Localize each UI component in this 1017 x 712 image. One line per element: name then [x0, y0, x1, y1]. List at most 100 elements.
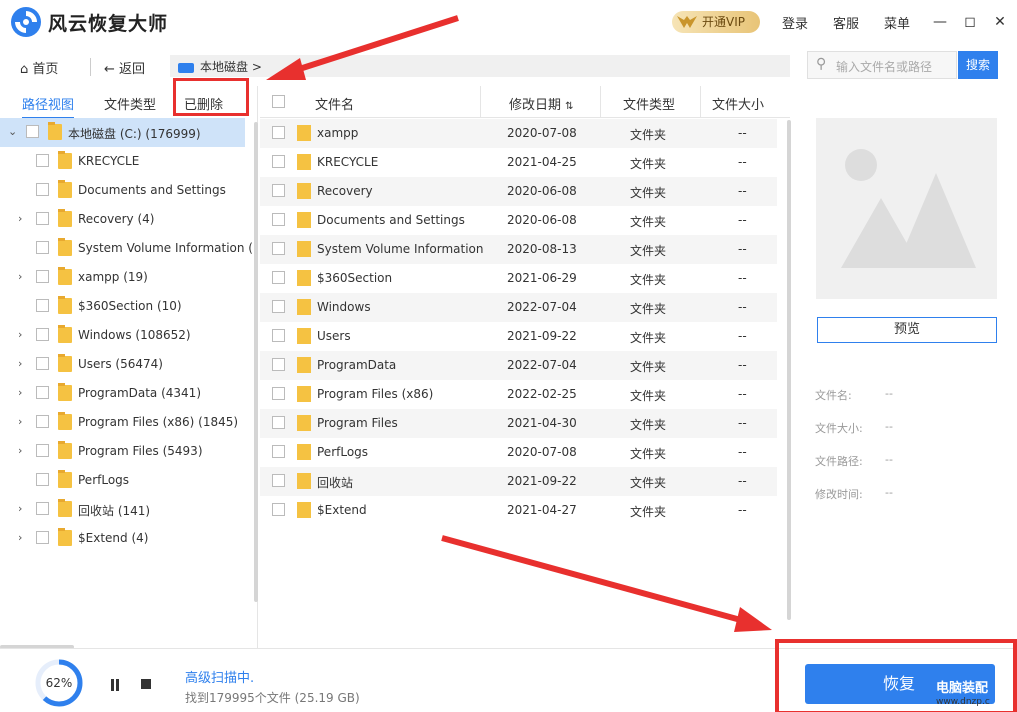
- tree-item[interactable]: $360Section (10): [0, 292, 245, 321]
- tree-item[interactable]: › Windows (108652): [0, 321, 245, 350]
- tree-checkbox[interactable]: [36, 444, 49, 457]
- column-name[interactable]: 文件名: [315, 94, 354, 113]
- table-row[interactable]: ProgramData 2022-07-04 文件夹 --: [260, 351, 777, 380]
- tree-checkbox[interactable]: [36, 415, 49, 428]
- row-checkbox[interactable]: [272, 155, 285, 168]
- tree-checkbox[interactable]: [36, 473, 49, 486]
- chevron-right-icon[interactable]: ›: [18, 502, 22, 515]
- file-type: 文件夹: [630, 302, 667, 316]
- chevron-right-icon[interactable]: ›: [18, 531, 22, 544]
- row-checkbox[interactable]: [272, 184, 285, 197]
- chevron-right-icon[interactable]: ›: [18, 328, 22, 341]
- row-checkbox[interactable]: [272, 300, 285, 313]
- login-link[interactable]: 登录: [782, 13, 808, 32]
- table-row[interactable]: Program Files (x86) 2022-02-25 文件夹 --: [260, 380, 777, 409]
- tree-item[interactable]: › Users (56474): [0, 350, 245, 379]
- tree-checkbox[interactable]: [36, 357, 49, 370]
- table-row[interactable]: Users 2021-09-22 文件夹 --: [260, 322, 777, 351]
- chevron-right-icon[interactable]: ›: [18, 386, 22, 399]
- row-checkbox[interactable]: [272, 126, 285, 139]
- table-row[interactable]: Program Files 2021-04-30 文件夹 --: [260, 409, 777, 438]
- tree-checkbox[interactable]: [26, 125, 39, 138]
- tree-checkbox[interactable]: [36, 328, 49, 341]
- row-checkbox[interactable]: [272, 213, 285, 226]
- tree-checkbox[interactable]: [36, 299, 49, 312]
- tree-item-label: Program Files (5493): [78, 444, 203, 458]
- file-name: $Extend: [317, 503, 367, 517]
- tree-item[interactable]: PerfLogs: [0, 466, 245, 495]
- table-row[interactable]: Windows 2022-07-04 文件夹 --: [260, 293, 777, 322]
- row-checkbox[interactable]: [272, 503, 285, 516]
- chevron-down-icon[interactable]: ⌄: [8, 125, 17, 138]
- column-date[interactable]: 修改日期 ⇅: [509, 94, 574, 113]
- stop-icon[interactable]: [141, 679, 151, 689]
- tree-item[interactable]: › 回收站 (141): [0, 495, 245, 524]
- select-all-checkbox[interactable]: [272, 95, 285, 108]
- table-row[interactable]: $360Section 2021-06-29 文件夹 --: [260, 264, 777, 293]
- tab-file-type[interactable]: 文件类型: [104, 94, 156, 113]
- table-row[interactable]: KRECYCLE 2021-04-25 文件夹 --: [260, 148, 777, 177]
- tree-item[interactable]: System Volume Information (: [0, 234, 253, 263]
- minimize-icon[interactable]: —: [930, 12, 950, 32]
- tree-item[interactable]: › Recovery (4): [0, 205, 245, 234]
- tree-checkbox[interactable]: [36, 183, 49, 196]
- tree-item[interactable]: Documents and Settings: [0, 176, 245, 205]
- close-icon[interactable]: ✕: [990, 12, 1010, 32]
- row-checkbox[interactable]: [272, 242, 285, 255]
- tree-checkbox[interactable]: [36, 502, 49, 515]
- chevron-right-icon[interactable]: ›: [18, 357, 22, 370]
- row-checkbox[interactable]: [272, 271, 285, 284]
- tree-checkbox[interactable]: [36, 241, 49, 254]
- back-button[interactable]: ← 返回: [104, 58, 145, 77]
- tree-item[interactable]: › xampp (19): [0, 263, 245, 292]
- column-size[interactable]: 文件大小: [712, 94, 764, 113]
- tree-checkbox[interactable]: [36, 270, 49, 283]
- tree-checkbox[interactable]: [36, 386, 49, 399]
- chevron-right-icon[interactable]: ›: [18, 270, 22, 283]
- row-checkbox[interactable]: [272, 387, 285, 400]
- breadcrumb-item[interactable]: 本地磁盘 >: [178, 58, 262, 75]
- tree-item[interactable]: KRECYCLE: [0, 147, 245, 176]
- search-button[interactable]: 搜索: [958, 51, 998, 79]
- tree-item-label: 回收站 (141): [78, 504, 151, 518]
- file-type: 文件夹: [630, 273, 667, 287]
- home-button[interactable]: ⌂ 首页: [20, 58, 58, 77]
- tree-item[interactable]: › Program Files (x86) (1845): [0, 408, 245, 437]
- row-checkbox[interactable]: [272, 416, 285, 429]
- tree-item[interactable]: › Program Files (5493): [0, 437, 245, 466]
- chevron-right-icon[interactable]: ›: [18, 415, 22, 428]
- tree-root[interactable]: ⌄ 本地磁盘 (C:) (176999): [0, 118, 245, 147]
- row-checkbox[interactable]: [272, 474, 285, 487]
- service-link[interactable]: 客服: [833, 13, 859, 32]
- table-row[interactable]: Recovery 2020-06-08 文件夹 --: [260, 177, 777, 206]
- tree-checkbox[interactable]: [36, 154, 49, 167]
- chevron-right-icon[interactable]: ›: [18, 444, 22, 457]
- folder-icon: [58, 238, 72, 256]
- search-input[interactable]: ⚲ 输入文件名或路径: [807, 51, 957, 79]
- preview-button[interactable]: 预览: [817, 317, 997, 343]
- column-type[interactable]: 文件类型: [623, 94, 675, 113]
- tree-checkbox[interactable]: [36, 212, 49, 225]
- folder-icon: [58, 383, 72, 401]
- table-row[interactable]: PerfLogs 2020-07-08 文件夹 --: [260, 438, 777, 467]
- list-scrollbar[interactable]: [787, 120, 791, 620]
- row-checkbox[interactable]: [272, 358, 285, 371]
- tree-checkbox[interactable]: [36, 531, 49, 544]
- tree-scrollbar[interactable]: [254, 122, 258, 602]
- vip-button[interactable]: 开通VIP: [672, 11, 760, 33]
- row-checkbox[interactable]: [272, 445, 285, 458]
- table-row[interactable]: System Volume Information 2020-08-13 文件夹 --: [260, 235, 777, 264]
- tree-item[interactable]: › $Extend (4): [0, 524, 245, 553]
- tree-item[interactable]: › ProgramData (4341): [0, 379, 245, 408]
- table-row[interactable]: 回收站 2021-09-22 文件夹 --: [260, 467, 777, 496]
- pause-icon[interactable]: [110, 679, 120, 691]
- chevron-right-icon[interactable]: ›: [18, 212, 22, 225]
- menu-link[interactable]: 菜单: [884, 13, 910, 32]
- tab-path-view[interactable]: 路径视图: [22, 94, 75, 119]
- file-type: 文件夹: [630, 157, 667, 171]
- table-row[interactable]: $Extend 2021-04-27 文件夹 --: [260, 496, 777, 525]
- maximize-icon[interactable]: ◻: [960, 12, 980, 32]
- table-row[interactable]: xampp 2020-07-08 文件夹 --: [260, 119, 777, 148]
- table-row[interactable]: Documents and Settings 2020-06-08 文件夹 --: [260, 206, 777, 235]
- row-checkbox[interactable]: [272, 329, 285, 342]
